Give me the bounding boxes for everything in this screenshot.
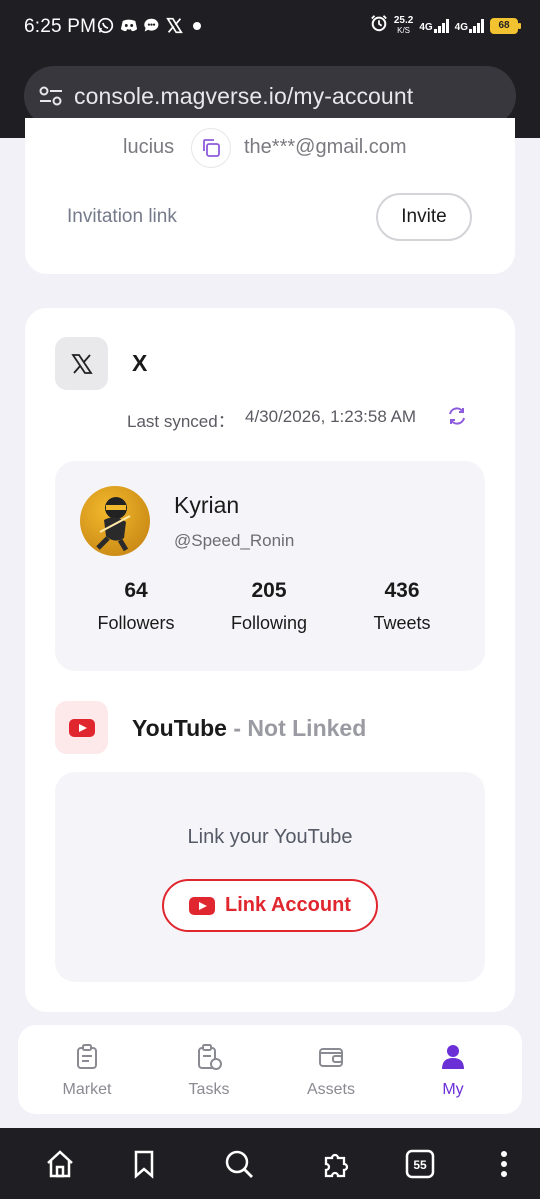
signal-bars-icon <box>433 18 449 33</box>
stat-followers: 64 Followers <box>71 579 201 634</box>
copy-button[interactable] <box>191 128 231 168</box>
nav-label: Tasks <box>188 1081 230 1098</box>
extensions-icon[interactable] <box>320 1148 352 1180</box>
stat-label: Following <box>230 613 308 633</box>
youtube-icon <box>68 718 95 737</box>
tabs-count: 55 <box>413 1158 427 1172</box>
dot-icon <box>193 21 201 30</box>
status-bar: 6:25 PM 25.2 K/S 4G 4G 68 <box>0 0 540 56</box>
invite-button[interactable]: Invite <box>376 193 472 241</box>
copy-icon <box>203 139 220 157</box>
nav-market[interactable]: Market <box>37 1043 137 1099</box>
youtube-link-panel: Link your YouTube Link Account <box>55 772 485 982</box>
network-speed: 25.2 K/S <box>393 14 414 36</box>
profile-handle: @Speed_Ronin <box>174 531 295 550</box>
last-synced-value: 4/30/2026, 1:23:58 AM <box>245 407 417 426</box>
nav-label: Assets <box>306 1081 355 1098</box>
discord-icon <box>120 17 138 34</box>
status-time: 6:25 PM <box>24 16 97 37</box>
market-icon <box>77 1044 97 1069</box>
more-menu-icon[interactable] <box>488 1148 520 1180</box>
link-account-button[interactable]: Link Account <box>162 879 378 932</box>
tasks-icon <box>198 1044 222 1070</box>
stat-label: Tweets <box>373 613 431 633</box>
stat-following: 205 Following <box>204 579 334 634</box>
chat-bubble-icon <box>143 17 160 34</box>
youtube-section-title: YouTube - Not Linked <box>132 715 366 742</box>
signal-2: 4G <box>454 18 484 33</box>
bookmark-icon[interactable] <box>128 1148 160 1180</box>
x-section-title: X <box>132 350 148 376</box>
title-separator: - <box>226 715 248 741</box>
x-logo-icon <box>70 353 93 374</box>
wallet-icon <box>319 1048 343 1067</box>
stat-value: 64 <box>124 579 148 602</box>
youtube-link-prompt: Link your YouTube <box>187 826 353 848</box>
user-icon <box>442 1045 464 1069</box>
url-text[interactable]: console.magverse.io/my-account <box>74 83 413 110</box>
avatar <box>80 486 150 556</box>
stat-value: 205 <box>251 579 287 602</box>
signal-bars-icon <box>469 18 484 33</box>
x-logo-badge <box>55 337 108 390</box>
social-accounts-card: X Last synced： 4/30/2026, 1:23:58 AM Kyr… <box>25 308 515 1012</box>
speed-unit: K/S <box>397 25 411 35</box>
browser-bottom-bar: 55 <box>0 1128 540 1199</box>
nav-my[interactable]: My <box>403 1043 503 1099</box>
link-account-label: Link Account <box>225 894 351 916</box>
nav-assets[interactable]: Assets <box>281 1043 381 1099</box>
link-status: Not Linked <box>247 715 367 741</box>
site-settings-icon[interactable] <box>38 84 64 108</box>
account-card: lucius the***@gmail.com Invitation link … <box>25 118 515 274</box>
notification-icons <box>97 17 201 34</box>
nav-label: Market <box>62 1081 112 1098</box>
email: the***@gmail.com <box>244 136 407 158</box>
status-right: 25.2 K/S 4G 4G 68 <box>370 14 521 37</box>
username: lucius <box>123 136 175 158</box>
network-type-1: 4G <box>419 21 433 33</box>
signal-1: 4G <box>419 18 449 33</box>
search-icon[interactable] <box>223 1148 255 1180</box>
refresh-icon[interactable] <box>446 405 468 427</box>
nav-tasks[interactable]: Tasks <box>159 1043 259 1099</box>
stat-label: Followers <box>97 613 175 633</box>
youtube-logo-badge <box>55 701 108 754</box>
last-synced-label: Last synced： <box>127 412 235 431</box>
youtube-title: YouTube <box>132 715 227 741</box>
battery-icon: 68 <box>490 17 521 34</box>
address-bar[interactable]: console.magverse.io/my-account <box>24 66 516 126</box>
stat-value: 436 <box>384 579 420 602</box>
profile-name: Kyrian <box>174 492 240 518</box>
speed-value: 25.2 <box>393 14 414 26</box>
alarm-icon <box>370 14 388 37</box>
bottom-navigation: Market Tasks Assets My <box>18 1025 522 1114</box>
stat-tweets: 436 Tweets <box>337 579 467 634</box>
nav-label: My <box>442 1081 464 1098</box>
youtube-icon <box>189 896 216 915</box>
network-type-2: 4G <box>454 21 468 33</box>
invitation-link-label: Invitation link <box>67 206 177 227</box>
whatsapp-icon <box>97 17 114 34</box>
x-profile-panel: Kyrian @Speed_Ronin 64 Followers 205 Fol… <box>55 461 485 671</box>
tabs-icon[interactable]: 55 <box>404 1148 436 1180</box>
home-icon[interactable] <box>44 1148 76 1180</box>
x-logo-icon <box>166 17 183 34</box>
